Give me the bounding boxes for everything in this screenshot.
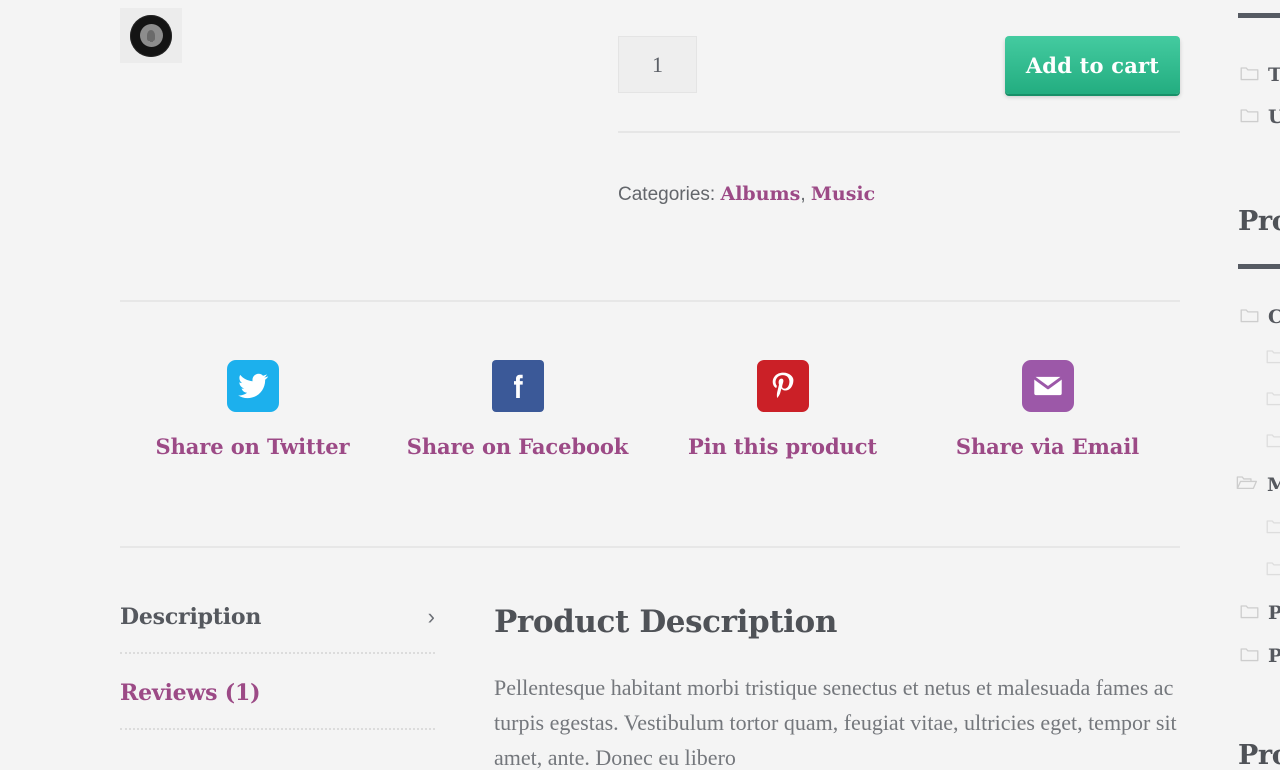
quantity-input[interactable]	[618, 36, 697, 93]
vinyl-record-icon	[130, 14, 172, 57]
add-to-cart-form: Add to cart	[618, 36, 1180, 96]
folder-icon	[1240, 646, 1259, 667]
product-tabs: Description › Reviews (1)	[120, 604, 435, 756]
tab-description[interactable]: Description ›	[120, 604, 435, 654]
share-twitter-label: Share on Twitter	[155, 434, 350, 459]
sidebar-item-c[interactable]: C	[1240, 306, 1280, 328]
sidebar-item-p2-label: P	[1268, 645, 1280, 667]
product-sidebar: T U Pro C	[1222, 0, 1280, 770]
product-categories: Categories: Albums, Music	[618, 183, 875, 206]
pinterest-icon	[756, 360, 809, 412]
folder-icon	[1266, 560, 1280, 581]
divider-above-share	[120, 300, 1180, 302]
folder-icon	[1240, 65, 1259, 86]
share-pinterest-label: Pin this product	[687, 434, 878, 459]
sidebar-subitem-4[interactable]	[1240, 518, 1280, 539]
folder-icon	[1240, 307, 1259, 328]
description-panel: Product Description Pellentesque habitan…	[494, 604, 1184, 770]
category-separator: ,	[800, 184, 806, 205]
folder-icon	[1240, 603, 1259, 624]
sidebar-heading-bottom: Pro	[1238, 740, 1280, 770]
tab-reviews[interactable]: Reviews (1)	[120, 680, 435, 730]
folder-icon	[1240, 107, 1259, 128]
sidebar-item-p1-label: P	[1268, 602, 1280, 624]
category-link-music[interactable]: Music	[811, 183, 875, 205]
folder-icon	[1266, 432, 1280, 453]
sidebar-widget-rule-middle	[1238, 264, 1280, 269]
tab-reviews-label: Reviews (1)	[120, 680, 261, 706]
sidebar-widget-rule-top	[1238, 13, 1280, 18]
add-to-cart-button[interactable]: Add to cart	[1005, 36, 1180, 94]
tab-description-label: Description	[120, 604, 262, 630]
share-facebook-button[interactable]: Share on Facebook	[385, 360, 650, 459]
category-link-albums[interactable]: Albums	[720, 183, 800, 205]
sidebar-item-t-label: T	[1268, 64, 1280, 86]
product-thumbnail[interactable]	[120, 8, 182, 63]
share-email-label: Share via Email	[955, 434, 1140, 459]
product-thumbnail-strip	[120, 8, 182, 63]
sidebar-item-u-label: U	[1268, 106, 1280, 128]
share-twitter-button[interactable]: Share on Twitter	[120, 360, 385, 459]
sidebar-item-m-label: M	[1267, 474, 1280, 496]
sidebar-item-t[interactable]: T	[1240, 64, 1280, 86]
sidebar-heading-product-categories: Pro	[1238, 206, 1280, 237]
folder-icon	[1266, 348, 1280, 369]
divider-above-tabs	[120, 546, 1180, 548]
sidebar-subitem-1[interactable]	[1240, 348, 1280, 369]
main-content-column: Add to cart Categories: Albums, Music Sh…	[120, 0, 1180, 770]
description-title: Product Description	[494, 604, 837, 640]
chevron-right-icon: ›	[427, 604, 435, 629]
categories-label: Categories:	[618, 184, 716, 205]
sidebar-item-u[interactable]: U	[1240, 106, 1280, 128]
share-email-button[interactable]: Share via Email	[915, 360, 1180, 459]
sidebar-subitem-5[interactable]	[1240, 560, 1280, 581]
sidebar-subitem-2[interactable]	[1240, 390, 1280, 411]
sidebar-item-p1[interactable]: P	[1240, 602, 1280, 624]
description-body: Pellentesque habitant morbi tristique se…	[494, 675, 1177, 770]
twitter-icon	[226, 360, 279, 412]
share-pinterest-button[interactable]: Pin this product	[650, 360, 915, 459]
product-meta-divider	[618, 131, 1180, 133]
facebook-icon	[491, 360, 544, 412]
sidebar-item-c-label: C	[1268, 306, 1280, 328]
product-page: Add to cart Categories: Albums, Music Sh…	[0, 0, 1280, 770]
sidebar-subitem-3[interactable]	[1240, 432, 1280, 453]
product-summary: Add to cart Categories: Albums, Music	[120, 0, 1180, 300]
sidebar-item-p2[interactable]: P	[1240, 645, 1280, 667]
sidebar-item-m[interactable]: M	[1236, 474, 1280, 496]
folder-open-icon	[1236, 474, 1258, 496]
email-icon	[1021, 360, 1074, 412]
social-share-row: Share on Twitter Share on Facebook Pin t…	[120, 360, 1180, 459]
folder-icon	[1266, 518, 1280, 539]
share-facebook-label: Share on Facebook	[406, 434, 629, 459]
folder-icon	[1266, 390, 1280, 411]
